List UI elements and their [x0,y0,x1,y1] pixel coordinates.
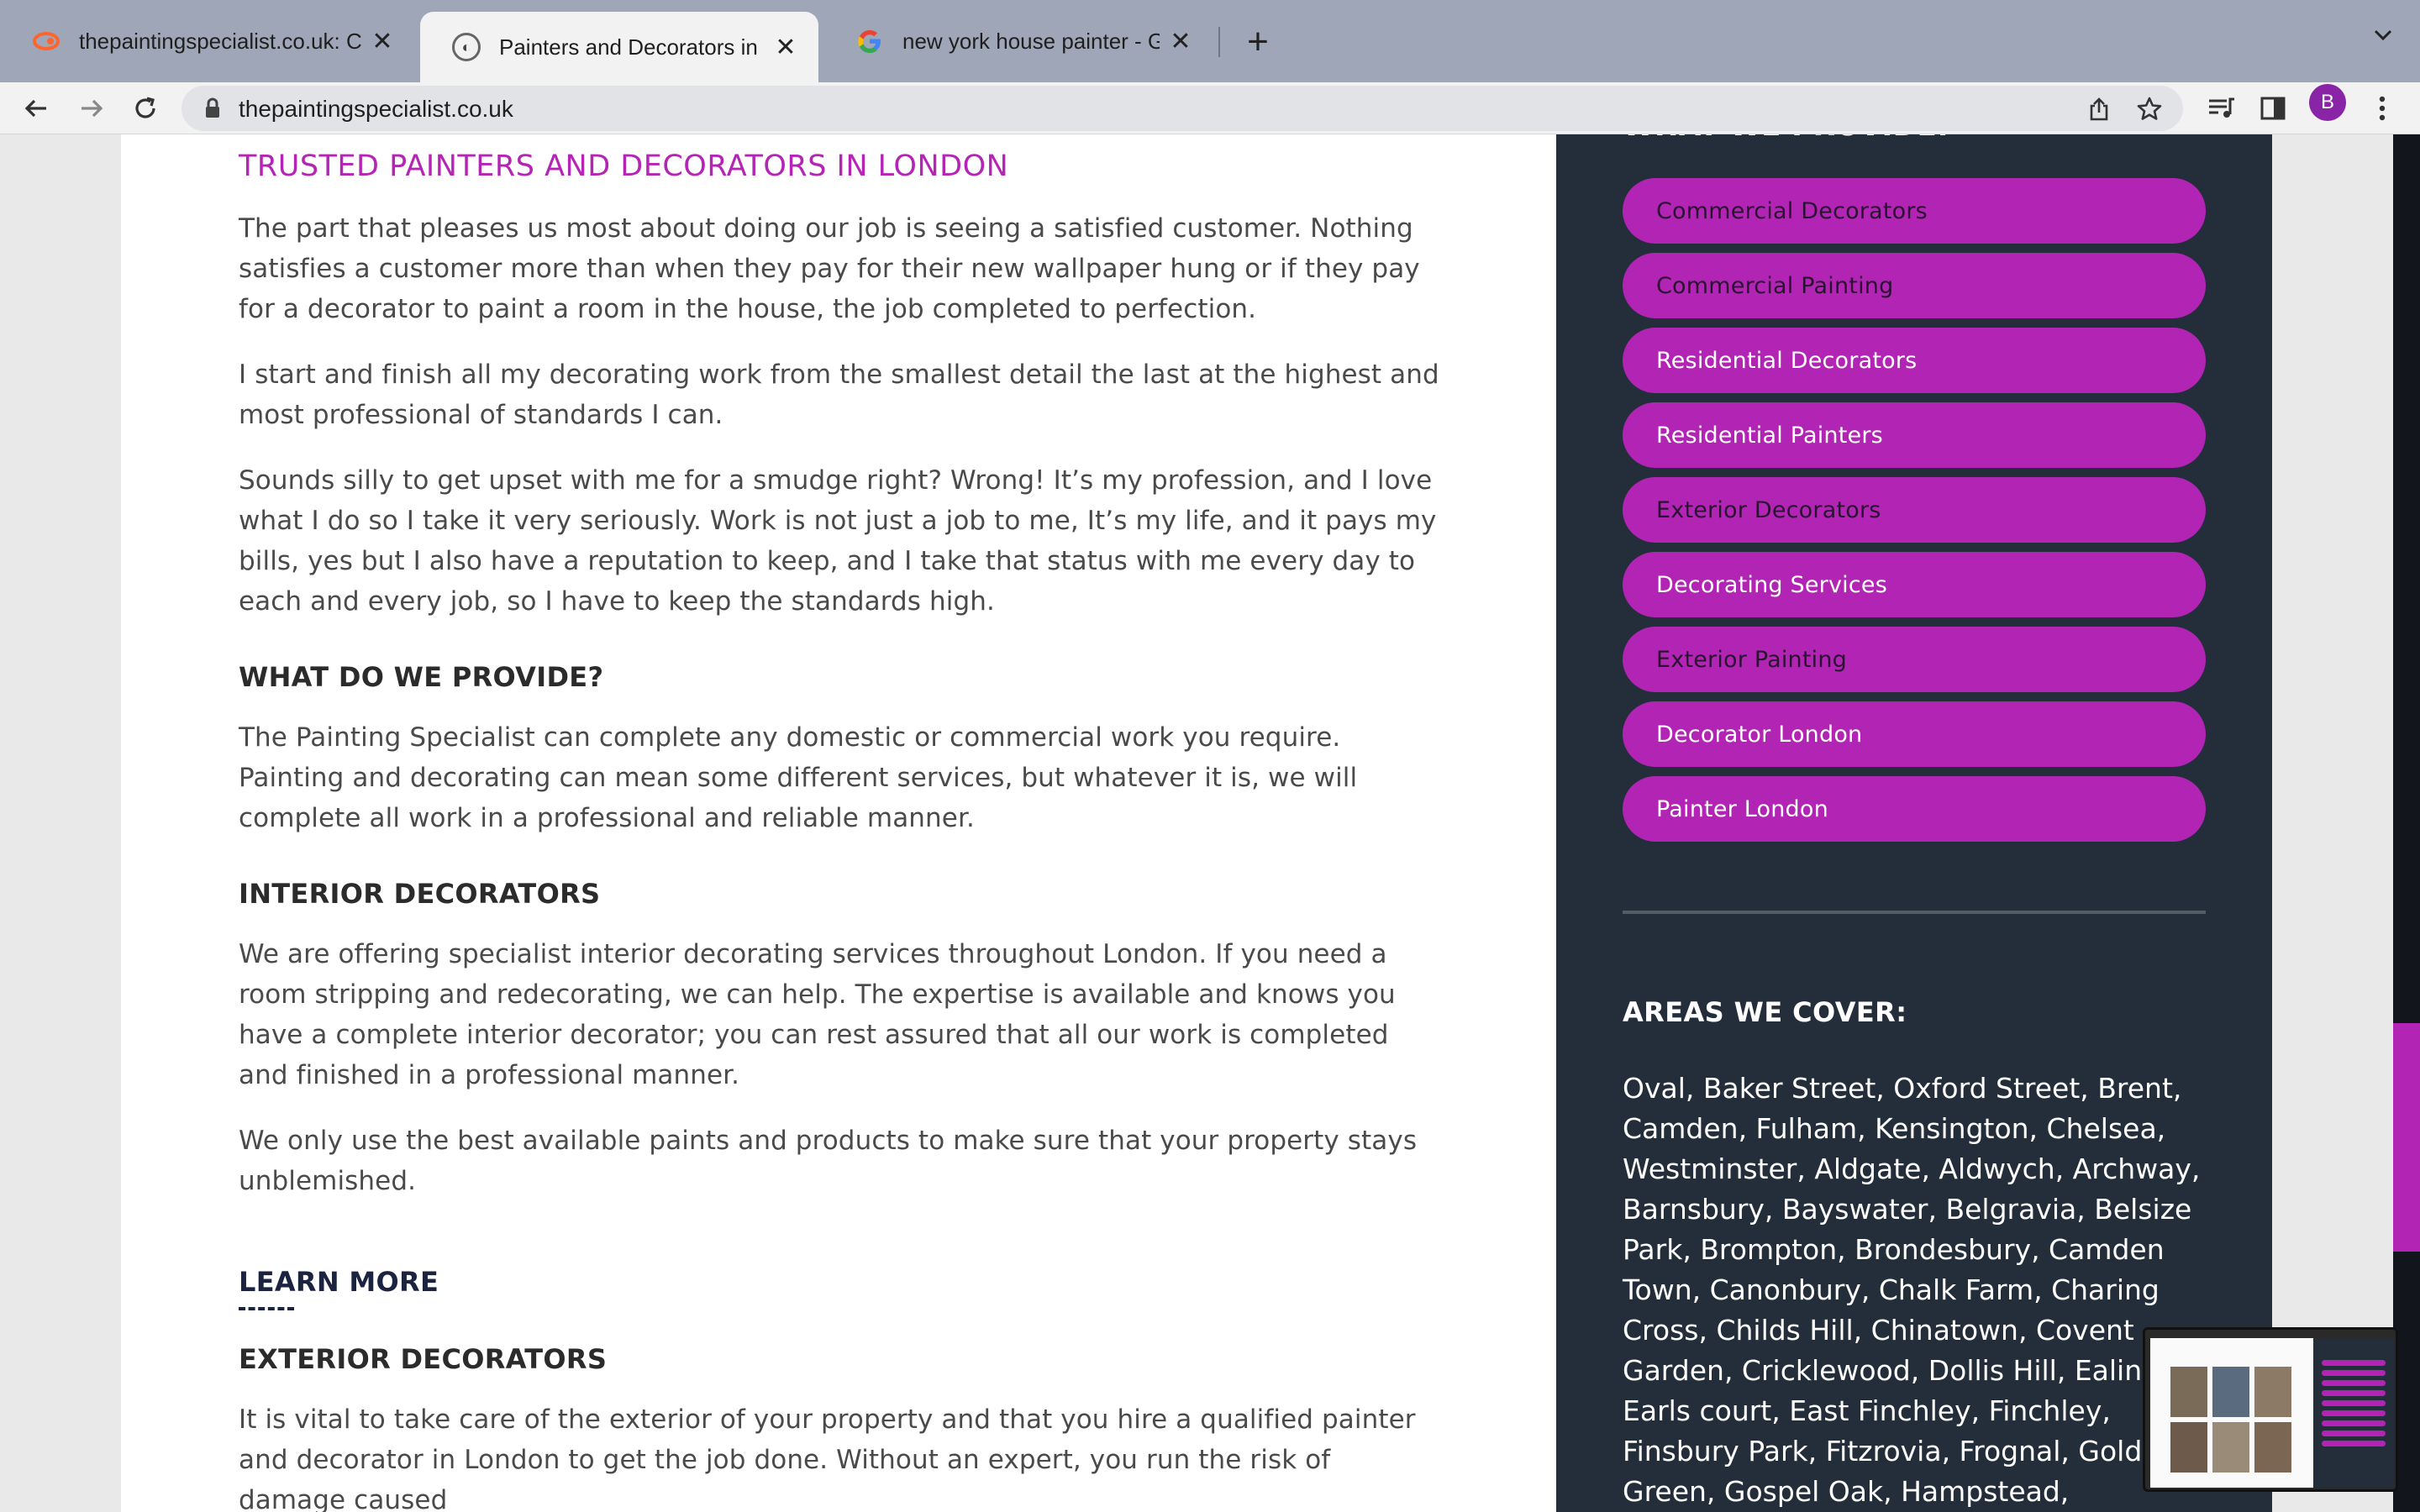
media-control-icon[interactable] [2202,89,2240,128]
thumbnail-pill [2322,1420,2386,1426]
url-text[interactable]: thepaintingspecialist.co.uk [239,96,513,123]
back-arrow-icon[interactable] [15,87,57,129]
tab-painters-decorators[interactable]: ◐ Painters and Decorators in Lon ✕ [420,12,818,82]
lock-icon[interactable] [200,96,225,121]
profile-avatar[interactable]: B [2309,84,2346,121]
thumbnail-photo [2170,1422,2207,1473]
thumbnail-pill [2322,1400,2386,1406]
paragraph-exterior: It is vital to take care of the exterior… [239,1404,1416,1512]
tab-strip: thepaintingspecialist.co.uk: Co ✕ ◐ Pain… [0,0,2420,82]
thumbnail-photo [2254,1367,2291,1417]
screenshot-preview-thumbnail[interactable] [2143,1327,2398,1492]
forward-arrow-icon[interactable] [71,87,113,129]
thumbnail-pill [2322,1370,2386,1376]
paragraph-profession: Sounds silly to get upset with me for a … [239,465,1437,617]
thumbnail-pill [2322,1441,2386,1446]
service-link-exterior-decorators[interactable]: Exterior Decorators [1623,477,2206,543]
service-link-commercial-decorators[interactable]: Commercial Decorators [1623,178,2206,244]
thumbnail-pill [2322,1380,2386,1386]
tab-semrush[interactable]: thepaintingspecialist.co.uk: Co ✕ [0,12,415,71]
close-tab-icon[interactable]: ✕ [771,33,800,62]
tab-title: thepaintingspecialist.co.uk: Co [79,28,361,54]
scrollbar-thumb[interactable] [2393,1023,2420,1252]
service-link-residential-painters[interactable]: Residential Painters [1623,402,2206,468]
service-link-painter-london[interactable]: Painter London [1623,776,2206,842]
tab-separator [1218,27,1220,57]
more-menu-icon[interactable] [2363,89,2402,128]
share-icon[interactable] [2082,92,2116,126]
thumbnail-pill [2322,1431,2386,1436]
section-heading-provide: WHAT DO WE PROVIDE? [239,661,604,693]
paragraph-provide: The Painting Specialist can complete any… [239,722,1358,833]
paragraph-standards: I start and finish all my decorating wor… [239,360,1439,430]
paragraph-products: We only use the best available paints an… [239,1126,1418,1196]
thumbnail-pill [2322,1360,2386,1366]
tab-google-search[interactable]: new york house painter - Goog ✕ [823,12,1213,71]
tab-title: new york house painter - Goog [902,28,1160,54]
site-icon: ◐ [452,33,481,61]
main-content-column: TRUSTED PAINTERS AND DECORATORS IN LONDO… [121,134,1556,1512]
thumbnail-pill [2322,1410,2386,1416]
thumbnail-photo [2212,1367,2249,1417]
new-tab-button[interactable]: + [1237,17,1279,67]
services-list: Commercial Decorators Commercial Paintin… [1623,178,2206,851]
reload-icon[interactable] [124,87,166,129]
tab-search-chevron-icon[interactable] [2366,22,2400,55]
scrollbar-track[interactable] [2393,134,2420,1512]
learn-more-underline [239,1307,294,1310]
bookmark-star-icon[interactable] [2133,92,2166,126]
article-body: TRUSTED PAINTERS AND DECORATORS IN LONDO… [239,146,1440,1512]
areas-list-text: Oval, Baker Street, Oxford Street, Brent… [1623,1072,2201,1508]
thumbnail-pill [2322,1390,2386,1396]
thumbnail-photo [2212,1422,2249,1473]
side-panel-icon[interactable] [2254,89,2292,128]
service-link-residential-decorators[interactable]: Residential Decorators [1623,328,2206,393]
google-icon [855,27,884,55]
service-link-exterior-painting[interactable]: Exterior Painting [1623,627,2206,692]
browser-toolbar: thepaintingspecialist.co.uk [0,82,2420,134]
page-heading: TRUSTED PAINTERS AND DECORATORS IN LONDO… [239,150,1009,183]
learn-more-link[interactable]: LEARN MORE [239,1263,439,1300]
section-heading-interior: INTERIOR DECORATORS [239,878,601,910]
tab-title: Painters and Decorators in Lon [499,34,765,60]
sidebar-heading-provide: WHAT WE PROVIDE: [1623,134,1949,143]
address-bar[interactable]: thepaintingspecialist.co.uk [182,86,2183,131]
thumbnail-photo [2170,1367,2207,1417]
section-heading-exterior: EXTERIOR DECORATORS [239,1343,608,1375]
close-tab-icon[interactable]: ✕ [368,27,397,56]
service-link-commercial-painting[interactable]: Commercial Painting [1623,253,2206,318]
thumbnail-photo [2254,1422,2291,1473]
close-tab-icon[interactable]: ✕ [1166,27,1195,56]
paragraph-satisfied-customer: The part that pleases us most about doin… [239,213,1420,324]
sidebar-divider [1623,911,2206,914]
paragraph-interior: We are offering specialist interior deco… [239,939,1396,1090]
page-viewport: TRUSTED PAINTERS AND DECORATORS IN LONDO… [0,134,2420,1512]
service-link-decorator-london[interactable]: Decorator London [1623,701,2206,767]
semrush-icon [32,27,60,55]
areas-heading: AREAS WE COVER: [1623,996,1907,1028]
services-sidebar: WHAT WE PROVIDE: Commercial Decorators C… [1556,134,2272,1512]
service-link-decorating-services[interactable]: Decorating Services [1623,552,2206,617]
